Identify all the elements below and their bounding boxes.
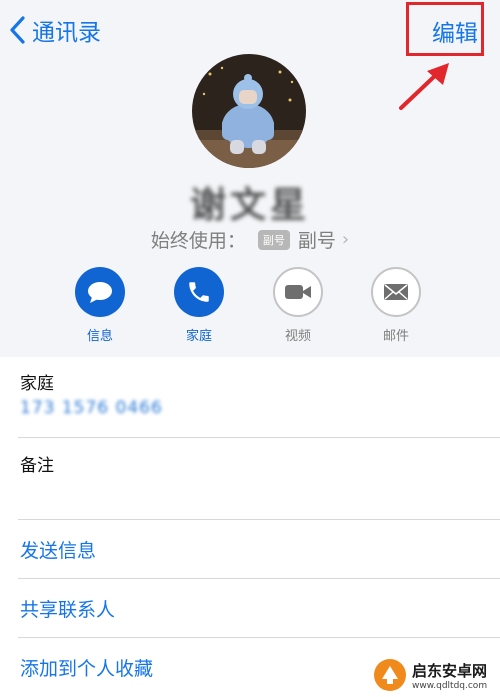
contact-name: 谢文星 <box>189 185 310 226</box>
video-action-label: 视频 <box>284 329 311 344</box>
add-to-favorites-link[interactable]: 添加到个人收藏 <box>20 654 153 681</box>
preferred-line-label: 副号 <box>297 230 336 252</box>
line-badge: 副号 <box>257 229 290 250</box>
divider <box>18 437 500 438</box>
annotation-highlight-box <box>406 2 484 56</box>
watermark-url: www.qdltdq.com <box>412 680 488 691</box>
phone-icon <box>174 267 224 317</box>
message-action-label: 信息 <box>86 329 113 344</box>
preferred-line-prefix: 始终使用： <box>150 230 246 252</box>
phone-number-value[interactable]: 173 1576 0466 <box>20 398 163 418</box>
divider <box>18 519 500 520</box>
back-label: 通讯录 <box>32 20 101 46</box>
baby-photo-icon <box>192 54 306 168</box>
back-button[interactable]: 通讯录 <box>8 12 101 48</box>
mail-icon <box>371 267 421 317</box>
contact-header: 通讯录 编辑 谢文星 始终使用： 副号 副号 › 信息 家庭 视频 邮件 <box>0 0 500 357</box>
annotation-arrow-icon <box>399 63 449 110</box>
call-action[interactable]: 家庭 <box>164 267 234 344</box>
mail-action[interactable]: 邮件 <box>361 267 431 344</box>
message-icon <box>75 267 125 317</box>
message-action[interactable]: 信息 <box>65 267 135 344</box>
divider <box>18 578 500 579</box>
video-action[interactable]: 视频 <box>263 267 333 344</box>
send-message-link[interactable]: 发送信息 <box>20 536 96 563</box>
chevron-left-icon <box>10 16 25 44</box>
chevron-right-icon: › <box>341 229 350 250</box>
preferred-line-selector[interactable]: 始终使用： 副号 副号 › <box>0 226 500 253</box>
watermark-title: 启东安卓网 <box>412 661 488 680</box>
site-logo-icon <box>374 659 406 691</box>
quick-actions: 信息 家庭 视频 邮件 <box>0 267 500 344</box>
watermark: 启东安卓网 www.qdltdq.com <box>372 656 496 694</box>
share-contact-link[interactable]: 共享联系人 <box>20 595 115 622</box>
divider <box>18 637 500 638</box>
phone-field-label: 家庭 <box>20 374 54 394</box>
call-action-label: 家庭 <box>185 329 212 344</box>
avatar <box>192 54 306 168</box>
notes-field-label: 备注 <box>20 456 54 476</box>
mail-action-label: 邮件 <box>382 329 409 344</box>
video-icon <box>273 267 323 317</box>
